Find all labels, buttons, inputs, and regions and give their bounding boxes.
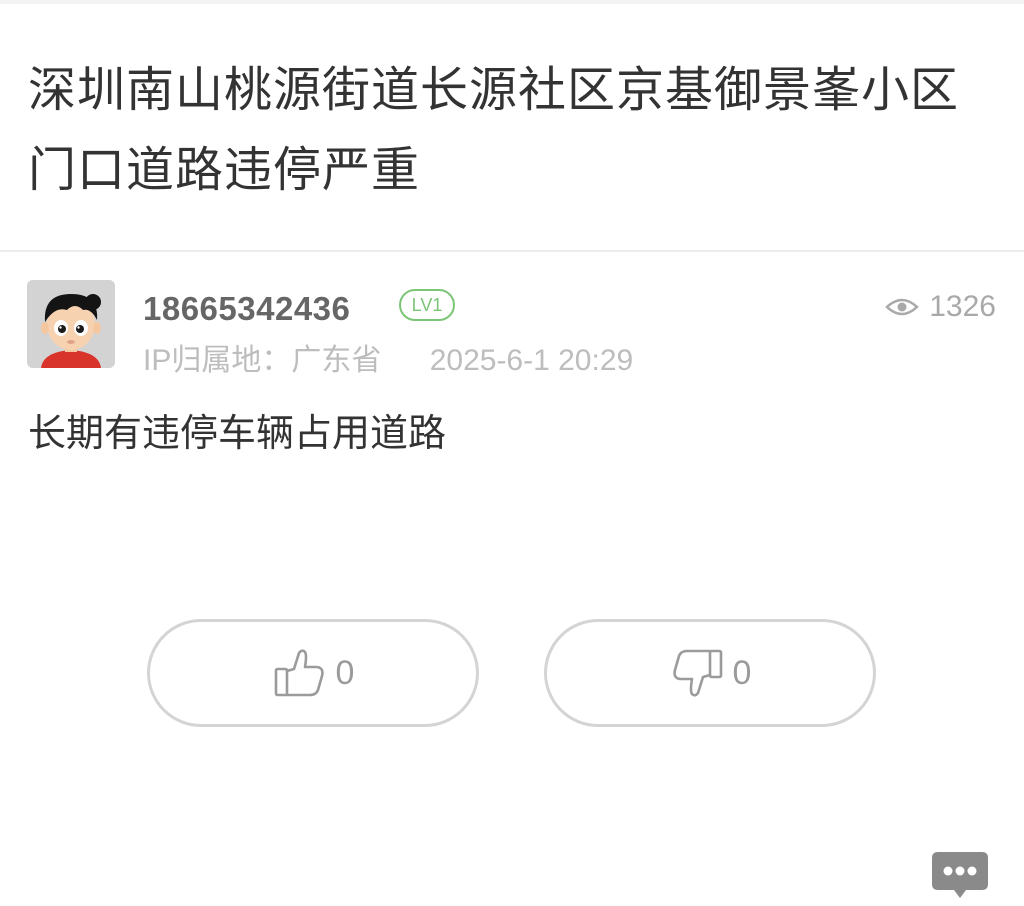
like-count: 0	[335, 653, 355, 692]
ip-location: IP归属地：广东省	[143, 344, 382, 377]
view-count: 1326	[885, 290, 996, 324]
author-username[interactable]: 18665342436	[143, 290, 350, 328]
header-divider	[0, 250, 1024, 252]
cartoon-avatar-icon	[27, 280, 115, 368]
comment-bubble-icon	[932, 852, 988, 898]
dislike-count: 0	[732, 653, 752, 692]
avatar[interactable]	[27, 280, 115, 368]
post-title: 深圳南山桃源街道长源社区京基御景峯小区门口道路违停严重	[28, 62, 960, 198]
top-divider	[0, 0, 1024, 4]
comment-button[interactable]	[930, 850, 990, 902]
post-timestamp: 2025-6-1 20:29	[429, 344, 634, 377]
like-button[interactable]: 0	[147, 619, 479, 727]
thumbs-up-icon	[274, 649, 324, 697]
level-badge: LV1	[399, 289, 455, 321]
dislike-button[interactable]: 0	[544, 619, 876, 727]
post-detail-page: 深圳南山桃源街道长源社区京基御景峯小区门口道路违停严重 18665342436 …	[0, 0, 1024, 906]
view-count-value: 1326	[929, 290, 996, 323]
thumbs-down-icon	[672, 649, 722, 697]
post-content: 长期有违停车辆占用道路	[28, 411, 447, 455]
eye-icon	[885, 298, 920, 316]
post-meta: IP归属地：广东省 2025-6-1 20:29	[143, 335, 633, 379]
